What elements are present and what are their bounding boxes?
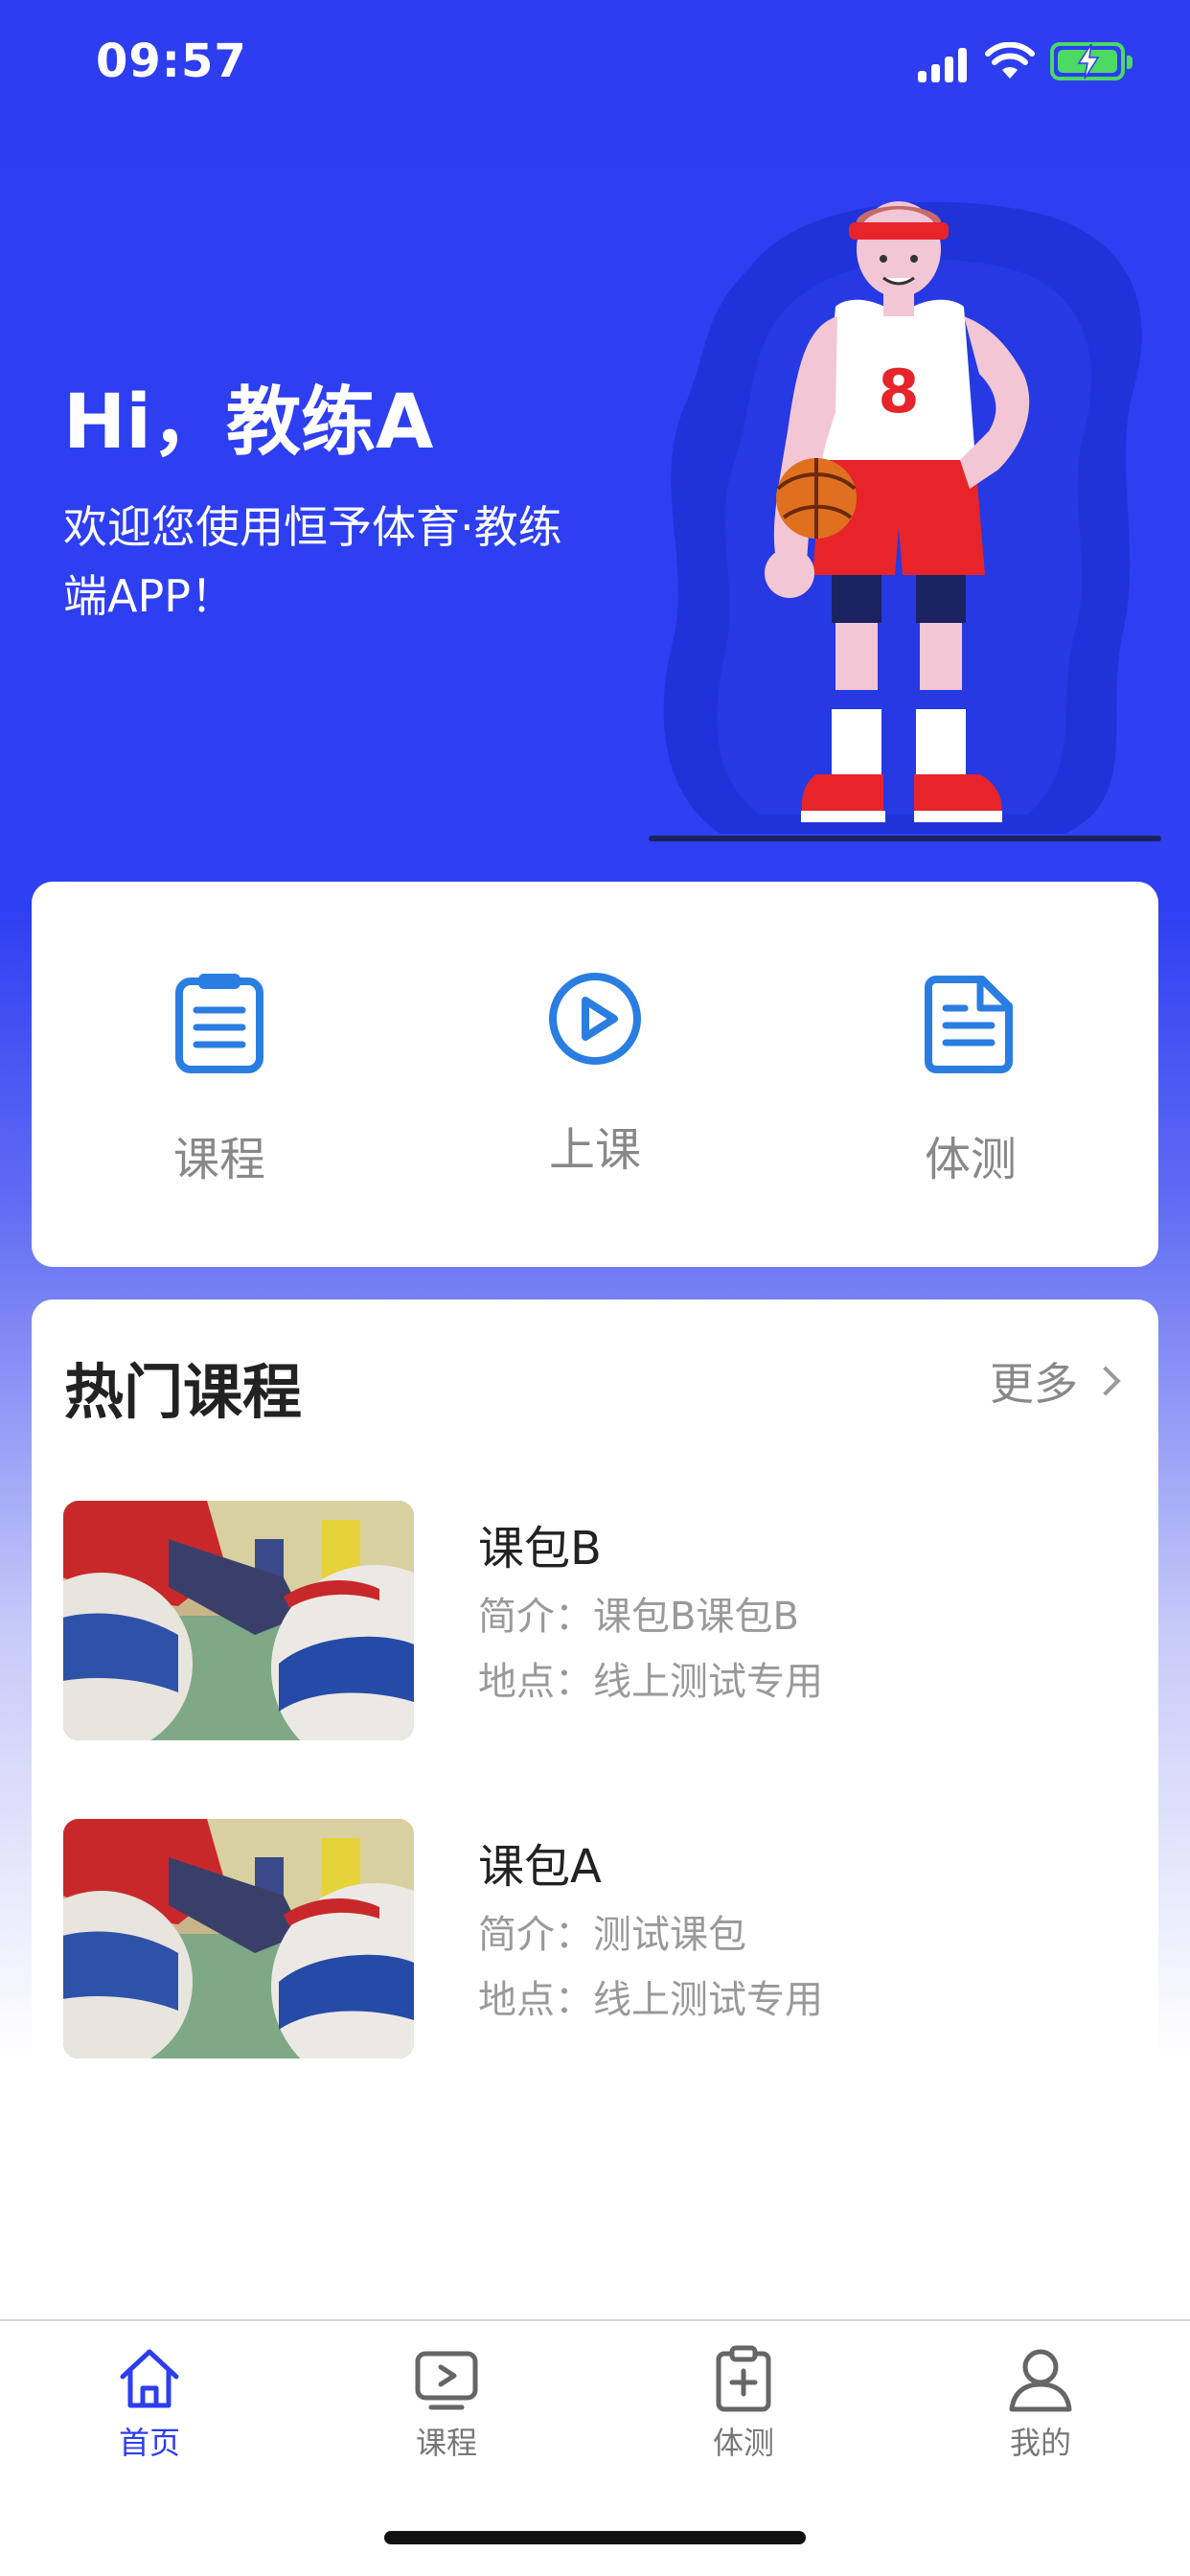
file-text-icon (925, 976, 1013, 1073)
welcome-line-2: 端APP！ (63, 570, 235, 622)
welcome-text: 欢迎您使用恒予体育·教练 端APP！ (63, 493, 638, 631)
course-location: 地点：线上测试专用 (478, 1660, 823, 1704)
play-circle-icon (549, 973, 641, 1065)
quick-action-label: 体测 (924, 1133, 1017, 1186)
user-icon (1009, 2349, 1072, 2412)
tab-label: 体测 (712, 2425, 774, 2461)
course-name: 课包B (478, 1522, 602, 1576)
home-indicator[interactable] (384, 2531, 806, 2544)
chevron-right-icon (1090, 1366, 1121, 1396)
tab-courses[interactable]: 课程 (351, 2344, 542, 2469)
tab-home[interactable]: 首页 (54, 2344, 245, 2469)
basketball-player-illustration: 8 (649, 201, 1161, 841)
video-play-icon (415, 2351, 478, 2410)
quick-action-label: 课程 (172, 1133, 265, 1186)
quick-action-fitness-test[interactable]: 体测 (783, 882, 1158, 1267)
hot-courses-card: 热门课程 更多 课包B 简介：课包B课包B 地点：线上测试专用 课包A 简介：测… (32, 1300, 1158, 2166)
tab-fitness-test[interactable]: 体测 (648, 2344, 839, 2469)
wifi-icon (985, 42, 1035, 79)
tab-me[interactable]: 我的 (945, 2344, 1136, 2469)
battery-charging-icon (1050, 42, 1133, 80)
course-intro: 简介：测试课包 (478, 1913, 746, 1957)
tab-label: 我的 (1009, 2425, 1071, 2461)
clipboard-plus-icon (716, 2345, 771, 2412)
quick-action-courses[interactable]: 课程 (32, 882, 407, 1267)
section-title: 热门课程 (64, 1357, 303, 1427)
more-link[interactable]: 更多 (990, 1349, 1121, 1413)
greeting-title: Hi，教练A (63, 380, 434, 466)
quick-action-label: 上课 (548, 1123, 641, 1177)
course-thumbnail (63, 1819, 414, 2058)
course-location: 地点：线上测试专用 (478, 1978, 823, 2022)
quick-action-class[interactable]: 上课 (407, 882, 783, 1267)
more-label: 更多 (990, 1358, 1078, 1410)
quick-actions-card: 课程 上课 体测 (32, 882, 1158, 1267)
tab-label: 首页 (118, 2425, 180, 2461)
course-item[interactable]: 课包B 简介：课包B课包B 地点：线上测试专用 (63, 1501, 1127, 1740)
tab-label: 课程 (415, 2425, 477, 2461)
status-time: 09:57 (96, 34, 247, 88)
course-name: 课包A (478, 1840, 602, 1894)
signal-icon (918, 48, 968, 82)
status-bar: 09:57 (0, 0, 1190, 125)
course-thumbnail (63, 1501, 414, 1740)
home-icon (120, 2349, 179, 2408)
course-intro: 简介：课包B课包B (478, 1595, 799, 1639)
welcome-line-1: 欢迎您使用恒予体育·教练 (63, 501, 562, 553)
jersey-number: 8 (878, 356, 919, 426)
course-item[interactable]: 课包A 简介：测试课包 地点：线上测试专用 (63, 1819, 1127, 2058)
list-document-icon (175, 974, 263, 1073)
